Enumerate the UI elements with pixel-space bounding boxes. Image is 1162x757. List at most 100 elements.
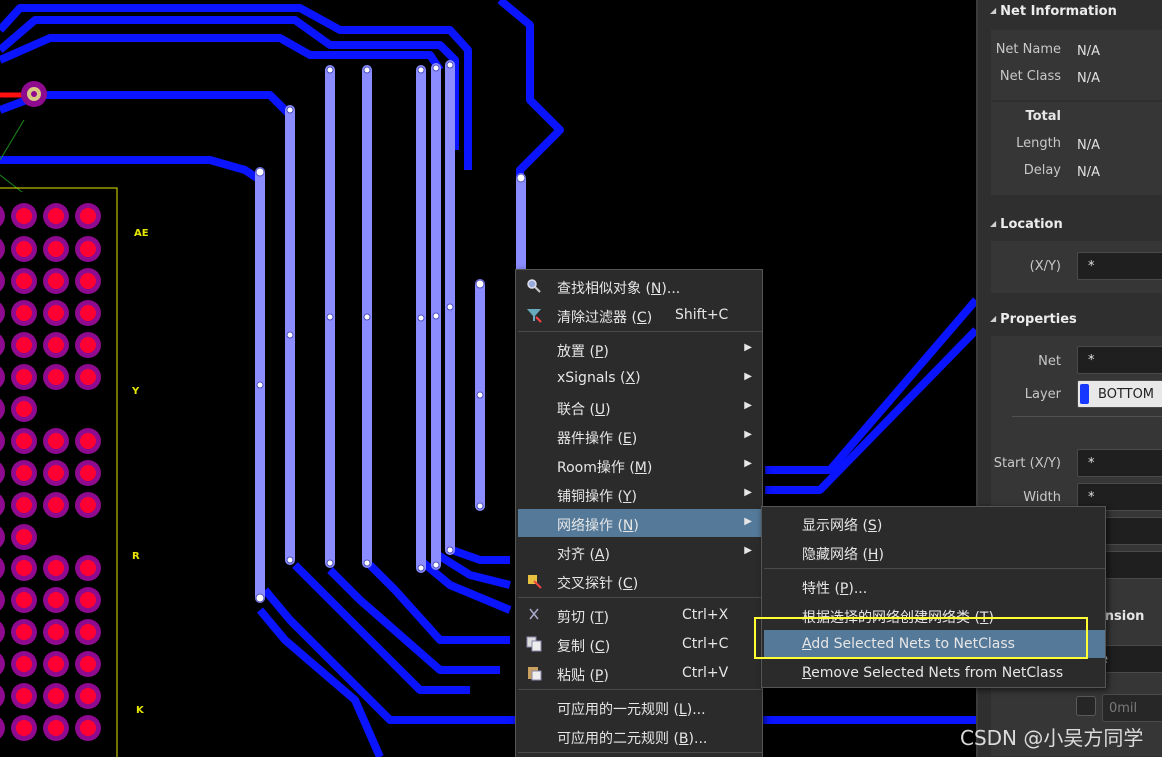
bga-pad[interactable]: [11, 492, 37, 518]
bga-pad[interactable]: [43, 715, 69, 741]
bga-pad[interactable]: [0, 396, 5, 422]
bga-pad[interactable]: [0, 236, 5, 262]
bga-pad[interactable]: [11, 300, 37, 326]
bga-pad[interactable]: [43, 236, 69, 262]
layer-label: Layer: [1024, 387, 1061, 402]
bga-pad[interactable]: [43, 203, 69, 229]
bga-pad[interactable]: [0, 683, 5, 709]
bga-pad[interactable]: [0, 651, 5, 677]
bga-pad[interactable]: [75, 203, 101, 229]
properties-header[interactable]: ◢ Properties: [990, 312, 1077, 327]
bga-pad[interactable]: [43, 587, 69, 613]
menu-item-paste[interactable]: 粘贴 (P) Ctrl+V: [518, 659, 762, 687]
menu-separator: [518, 597, 762, 598]
submenu-item-remove-from-netclass[interactable]: Remove Selected Nets from NetClass: [764, 659, 1105, 687]
menu-item-binary-rules[interactable]: 可应用的二元规则 (B)...: [518, 722, 762, 750]
menu-item-polygon-actions[interactable]: 铺铜操作 (Y) ▶: [518, 480, 762, 508]
bga-pad[interactable]: [11, 268, 37, 294]
via[interactable]: [21, 81, 47, 107]
net-actions-submenu: 显示网络 (S) 隐藏网络 (H) 特性 (P)... 根据选择的网络创建网络类…: [761, 506, 1106, 688]
bga-pad[interactable]: [0, 524, 5, 550]
net-field[interactable]: *: [1077, 346, 1162, 374]
bga-pad[interactable]: [75, 587, 101, 613]
bga-pad[interactable]: [75, 300, 101, 326]
bga-pad[interactable]: [43, 555, 69, 581]
bga-pad[interactable]: [75, 492, 101, 518]
bga-pad[interactable]: [0, 715, 5, 741]
bga-pad[interactable]: [43, 428, 69, 454]
bga-pad[interactable]: [11, 555, 37, 581]
bga-pad[interactable]: [43, 619, 69, 645]
menu-item-room-actions[interactable]: Room操作 (M) ▶: [518, 451, 762, 479]
bga-pad[interactable]: [43, 364, 69, 390]
bga-pad[interactable]: [11, 236, 37, 262]
menu-item-place[interactable]: 放置 (P) ▶: [518, 335, 762, 363]
layer-dropdown[interactable]: BOTTOM: [1077, 380, 1162, 408]
menu-item-xsignals[interactable]: xSignals (X) ▶: [518, 364, 762, 392]
submenu-item-hide-nets[interactable]: 隐藏网络 (H): [764, 538, 1105, 566]
bga-pad[interactable]: [0, 268, 5, 294]
bga-pad[interactable]: [43, 268, 69, 294]
bga-pad[interactable]: [75, 428, 101, 454]
menu-item-net-actions[interactable]: 网络操作 (N) ▶: [518, 509, 762, 537]
bga-pad[interactable]: [43, 300, 69, 326]
submenu-item-show-nets[interactable]: 显示网络 (S): [764, 509, 1105, 537]
bga-pad[interactable]: [43, 651, 69, 677]
selected-traces[interactable]: [255, 60, 526, 603]
menu-item-align[interactable]: 对齐 (A) ▶: [518, 538, 762, 566]
bga-pad[interactable]: [0, 619, 5, 645]
xy-field[interactable]: *: [1077, 252, 1162, 280]
bga-pad[interactable]: [75, 460, 101, 486]
bga-pad[interactable]: [75, 332, 101, 358]
bga-pad[interactable]: [0, 332, 5, 358]
width-label: Width: [1023, 490, 1061, 505]
bga-pad[interactable]: [11, 524, 37, 550]
submenu-item-properties[interactable]: 特性 (P)...: [764, 572, 1105, 600]
bga-pad[interactable]: [0, 555, 5, 581]
expansion-value-field[interactable]: 0mil: [1102, 694, 1162, 722]
bga-pad[interactable]: [11, 460, 37, 486]
expansion-checkbox[interactable]: [1076, 696, 1096, 716]
menu-item-union[interactable]: 联合 (U) ▶: [518, 393, 762, 421]
menu-item-cross-probe[interactable]: 交叉探针 (C): [518, 567, 762, 595]
bga-pad[interactable]: [0, 364, 5, 390]
bga-pad[interactable]: [0, 428, 5, 454]
bga-pad[interactable]: [43, 492, 69, 518]
bga-pad[interactable]: [43, 683, 69, 709]
start-field[interactable]: *: [1077, 449, 1162, 477]
bga-pad[interactable]: [43, 332, 69, 358]
bga-pad[interactable]: [75, 683, 101, 709]
menu-item-unary-rules[interactable]: 可应用的一元规则 (L)...: [518, 693, 762, 721]
bga-pad[interactable]: [75, 651, 101, 677]
menu-separator: [518, 689, 762, 690]
bga-pad[interactable]: [11, 651, 37, 677]
bga-pad[interactable]: [43, 460, 69, 486]
bga-pad[interactable]: [75, 268, 101, 294]
bga-pad[interactable]: [11, 332, 37, 358]
bga-pad[interactable]: [11, 619, 37, 645]
menu-item-clear-filter[interactable]: 清除过滤器 (C) Shift+C: [518, 301, 762, 329]
bga-pad[interactable]: [11, 587, 37, 613]
bga-pad[interactable]: [0, 203, 5, 229]
menu-item-cut[interactable]: 剪切 (T) Ctrl+X: [518, 601, 762, 629]
bga-pad[interactable]: [11, 683, 37, 709]
bga-pad[interactable]: [11, 203, 37, 229]
bga-pad[interactable]: [75, 236, 101, 262]
bga-pad[interactable]: [11, 396, 37, 422]
bga-pad[interactable]: [0, 300, 5, 326]
location-header[interactable]: ◢ Location: [990, 217, 1063, 232]
bga-pad[interactable]: [75, 715, 101, 741]
bga-pad[interactable]: [75, 619, 101, 645]
bga-pad[interactable]: [0, 460, 5, 486]
menu-item-find-similar[interactable]: 查找相似对象 (N)...: [518, 272, 762, 300]
menu-item-copy[interactable]: 复制 (C) Ctrl+C: [518, 630, 762, 658]
bga-pad[interactable]: [0, 587, 5, 613]
net-information-header[interactable]: ◢ Net Information: [990, 4, 1117, 19]
bga-pad[interactable]: [0, 492, 5, 518]
bga-pad[interactable]: [11, 715, 37, 741]
bga-pad[interactable]: [11, 428, 37, 454]
bga-pad[interactable]: [75, 555, 101, 581]
bga-pad[interactable]: [11, 364, 37, 390]
bga-pad[interactable]: [75, 364, 101, 390]
menu-item-component-actions[interactable]: 器件操作 (E) ▶: [518, 422, 762, 450]
